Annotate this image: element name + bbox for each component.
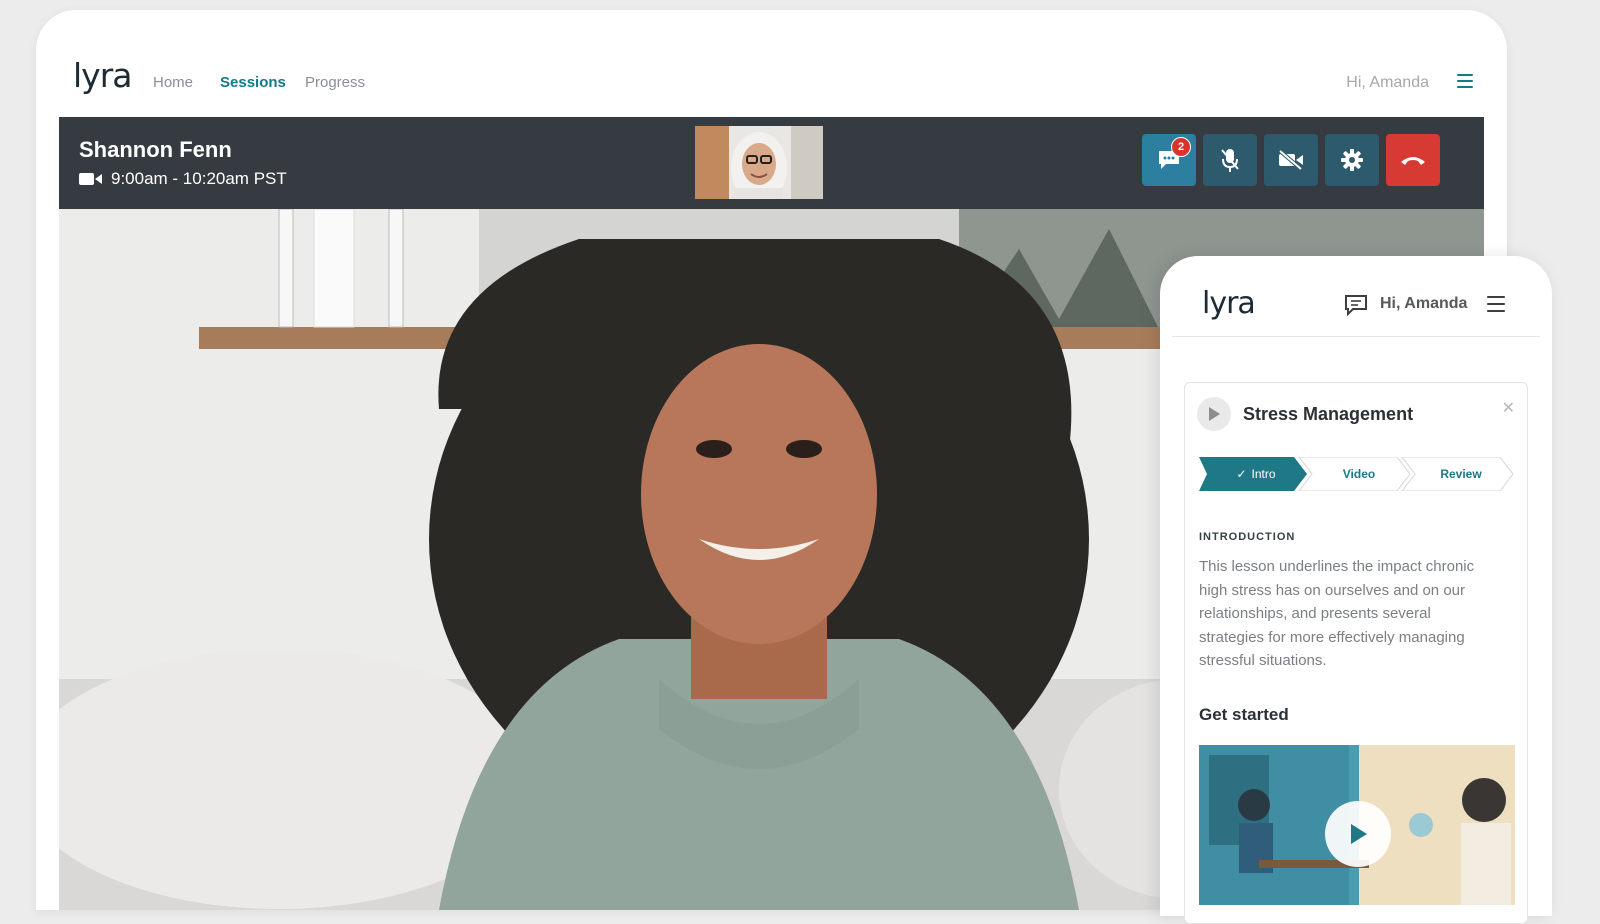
get-started-heading: Get started bbox=[1199, 705, 1289, 724]
play-icon bbox=[1209, 407, 1220, 421]
lesson-play-button[interactable] bbox=[1197, 397, 1231, 431]
step-review-label: Review bbox=[1440, 467, 1482, 481]
checkmark-icon: ✓ bbox=[1236, 467, 1247, 481]
mute-button[interactable] bbox=[1203, 134, 1257, 186]
gear-icon bbox=[1341, 149, 1363, 171]
hamburger-menu-icon[interactable] bbox=[1487, 296, 1505, 317]
step-video-label: Video bbox=[1342, 467, 1376, 481]
camera-button[interactable] bbox=[1264, 134, 1318, 186]
nav-home[interactable]: Home bbox=[153, 74, 193, 91]
lyra-logo-mobile[interactable]: lyra bbox=[1202, 286, 1256, 321]
self-view-video[interactable] bbox=[695, 126, 823, 199]
section-label: INTRODUCTION bbox=[1199, 531, 1296, 543]
session-time: 9:00am - 10:20am PST bbox=[79, 169, 287, 189]
chat-icon[interactable] bbox=[1344, 294, 1368, 316]
lesson-description: This lesson underlines the impact chroni… bbox=[1199, 558, 1475, 669]
call-toolbar: Shannon Fenn 9:00am - 10:20am PST 2 bbox=[59, 117, 1484, 209]
unread-badge: 2 bbox=[1171, 137, 1191, 157]
microphone-off-icon bbox=[1221, 149, 1239, 172]
nav-progress[interactable]: Progress bbox=[305, 74, 365, 91]
lesson-card: Stress Management ✕ ✓ Intro Video Review… bbox=[1184, 382, 1528, 924]
header-divider bbox=[1172, 336, 1540, 337]
end-call-button[interactable] bbox=[1386, 134, 1440, 186]
close-icon[interactable]: ✕ bbox=[1502, 398, 1515, 418]
step-review[interactable]: Review bbox=[1411, 457, 1511, 491]
lesson-title: Stress Management bbox=[1243, 404, 1414, 424]
play-icon bbox=[1351, 824, 1367, 844]
video-camera-icon bbox=[79, 173, 102, 185]
hamburger-menu-icon[interactable] bbox=[1457, 74, 1473, 88]
user-greeting-mobile[interactable]: Hi, Amanda bbox=[1380, 295, 1467, 313]
self-view-portrait bbox=[695, 126, 823, 199]
lesson-header: Stress Management ✕ bbox=[1185, 383, 1527, 443]
session-time-text: 9:00am - 10:20am PST bbox=[111, 169, 287, 188]
top-navigation: lyra Home Sessions Progress Hi, Amanda bbox=[36, 10, 1507, 117]
user-greeting[interactable]: Hi, Amanda bbox=[1346, 74, 1429, 92]
lesson-video-thumbnail[interactable] bbox=[1199, 745, 1515, 905]
lyra-logo[interactable]: lyra bbox=[73, 56, 132, 95]
chat-button[interactable]: 2 bbox=[1142, 134, 1196, 186]
step-intro[interactable]: ✓ Intro bbox=[1209, 457, 1303, 491]
mobile-app-window: lyra Hi, Amanda Stress Management ✕ ✓ In… bbox=[1160, 256, 1552, 924]
nav-sessions[interactable]: Sessions bbox=[220, 74, 286, 91]
hang-up-icon bbox=[1401, 157, 1425, 165]
step-intro-label: Intro bbox=[1251, 467, 1276, 481]
caller-name: Shannon Fenn bbox=[79, 137, 232, 162]
lesson-stepper: ✓ Intro Video Review bbox=[1199, 457, 1513, 491]
step-video[interactable]: Video bbox=[1309, 457, 1409, 491]
settings-button[interactable] bbox=[1325, 134, 1379, 186]
video-off-icon bbox=[1278, 149, 1303, 171]
video-play-button[interactable] bbox=[1325, 801, 1391, 867]
